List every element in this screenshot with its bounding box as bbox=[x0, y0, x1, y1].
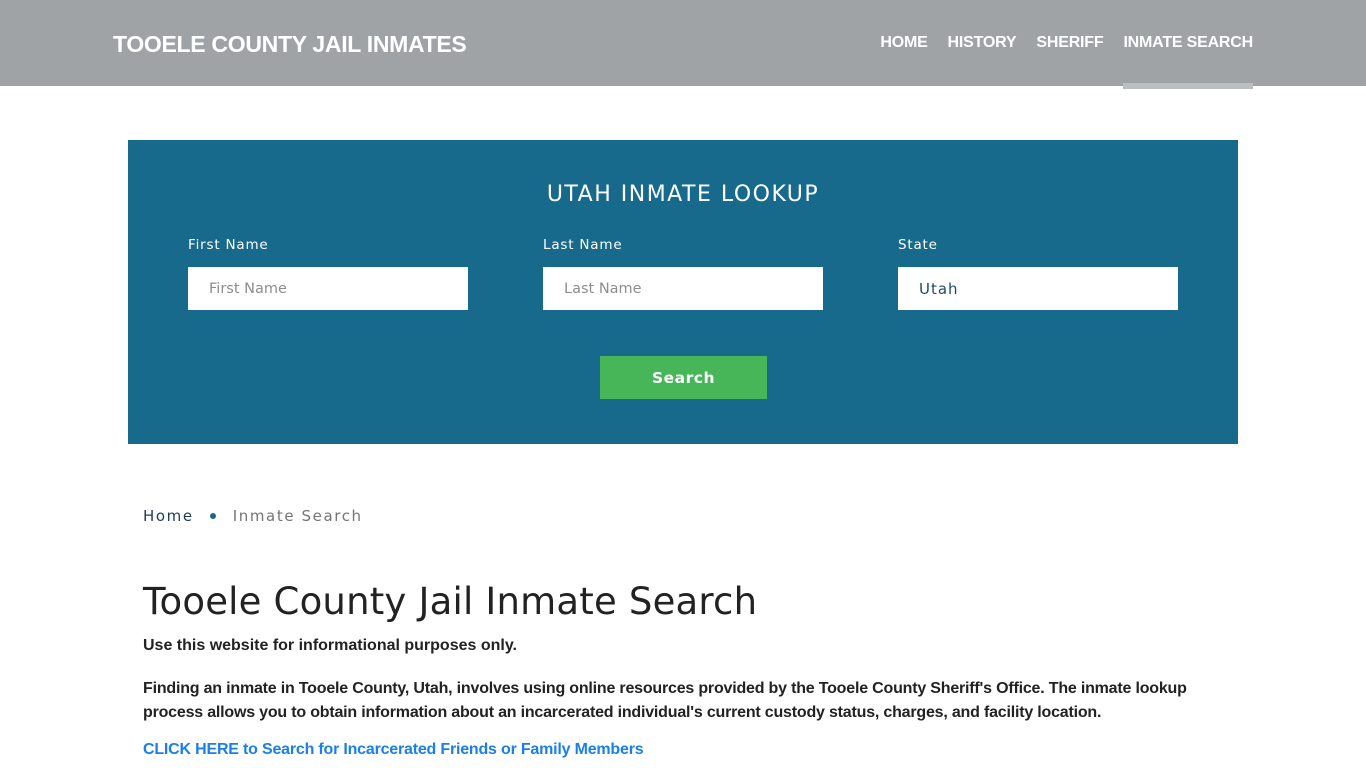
state-label: State bbox=[898, 237, 938, 253]
main-nav: HOME HISTORY SHERIFF INMATE SEARCH bbox=[860, 0, 1253, 89]
state-input[interactable] bbox=[898, 267, 1178, 310]
intro-paragraph: Finding an inmate in Tooele County, Utah… bbox=[143, 680, 1187, 721]
last-name-group: Last Name bbox=[543, 237, 823, 310]
breadcrumb: Home Inmate Search bbox=[143, 507, 363, 525]
breadcrumb-separator-icon bbox=[209, 513, 216, 519]
first-name-group: First Name bbox=[188, 237, 468, 310]
first-name-input[interactable] bbox=[188, 267, 468, 310]
nav-history[interactable]: HISTORY bbox=[948, 0, 1017, 86]
state-group: State bbox=[898, 237, 1178, 310]
breadcrumb-current: Inmate Search bbox=[232, 507, 363, 525]
nav-home[interactable]: HOME bbox=[880, 0, 927, 86]
nav-sheriff[interactable]: SHERIFF bbox=[1036, 0, 1103, 86]
nav-inmate-search[interactable]: INMATE SEARCH bbox=[1123, 0, 1253, 89]
inmate-lookup-form: UTAH INMATE LOOKUP First Name Last Name … bbox=[128, 140, 1238, 444]
site-logo-link[interactable]: TOOELE COUNTY JAIL INMATES bbox=[113, 31, 467, 58]
last-name-input[interactable] bbox=[543, 267, 823, 310]
page-title: Tooele County Jail Inmate Search bbox=[143, 580, 758, 623]
lookup-title: UTAH INMATE LOOKUP bbox=[546, 182, 820, 207]
last-name-label: Last Name bbox=[543, 237, 623, 253]
first-name-label: First Name bbox=[188, 237, 269, 253]
breadcrumb-home[interactable]: Home bbox=[143, 507, 194, 525]
disclaimer-text: Use this website for informational purpo… bbox=[143, 637, 517, 654]
search-button[interactable]: Search bbox=[600, 356, 767, 399]
site-header: TOOELE COUNTY JAIL INMATES HOME HISTORY … bbox=[0, 0, 1366, 89]
search-friends-link[interactable]: CLICK HERE to Search for Incarcerated Fr… bbox=[143, 741, 644, 759]
